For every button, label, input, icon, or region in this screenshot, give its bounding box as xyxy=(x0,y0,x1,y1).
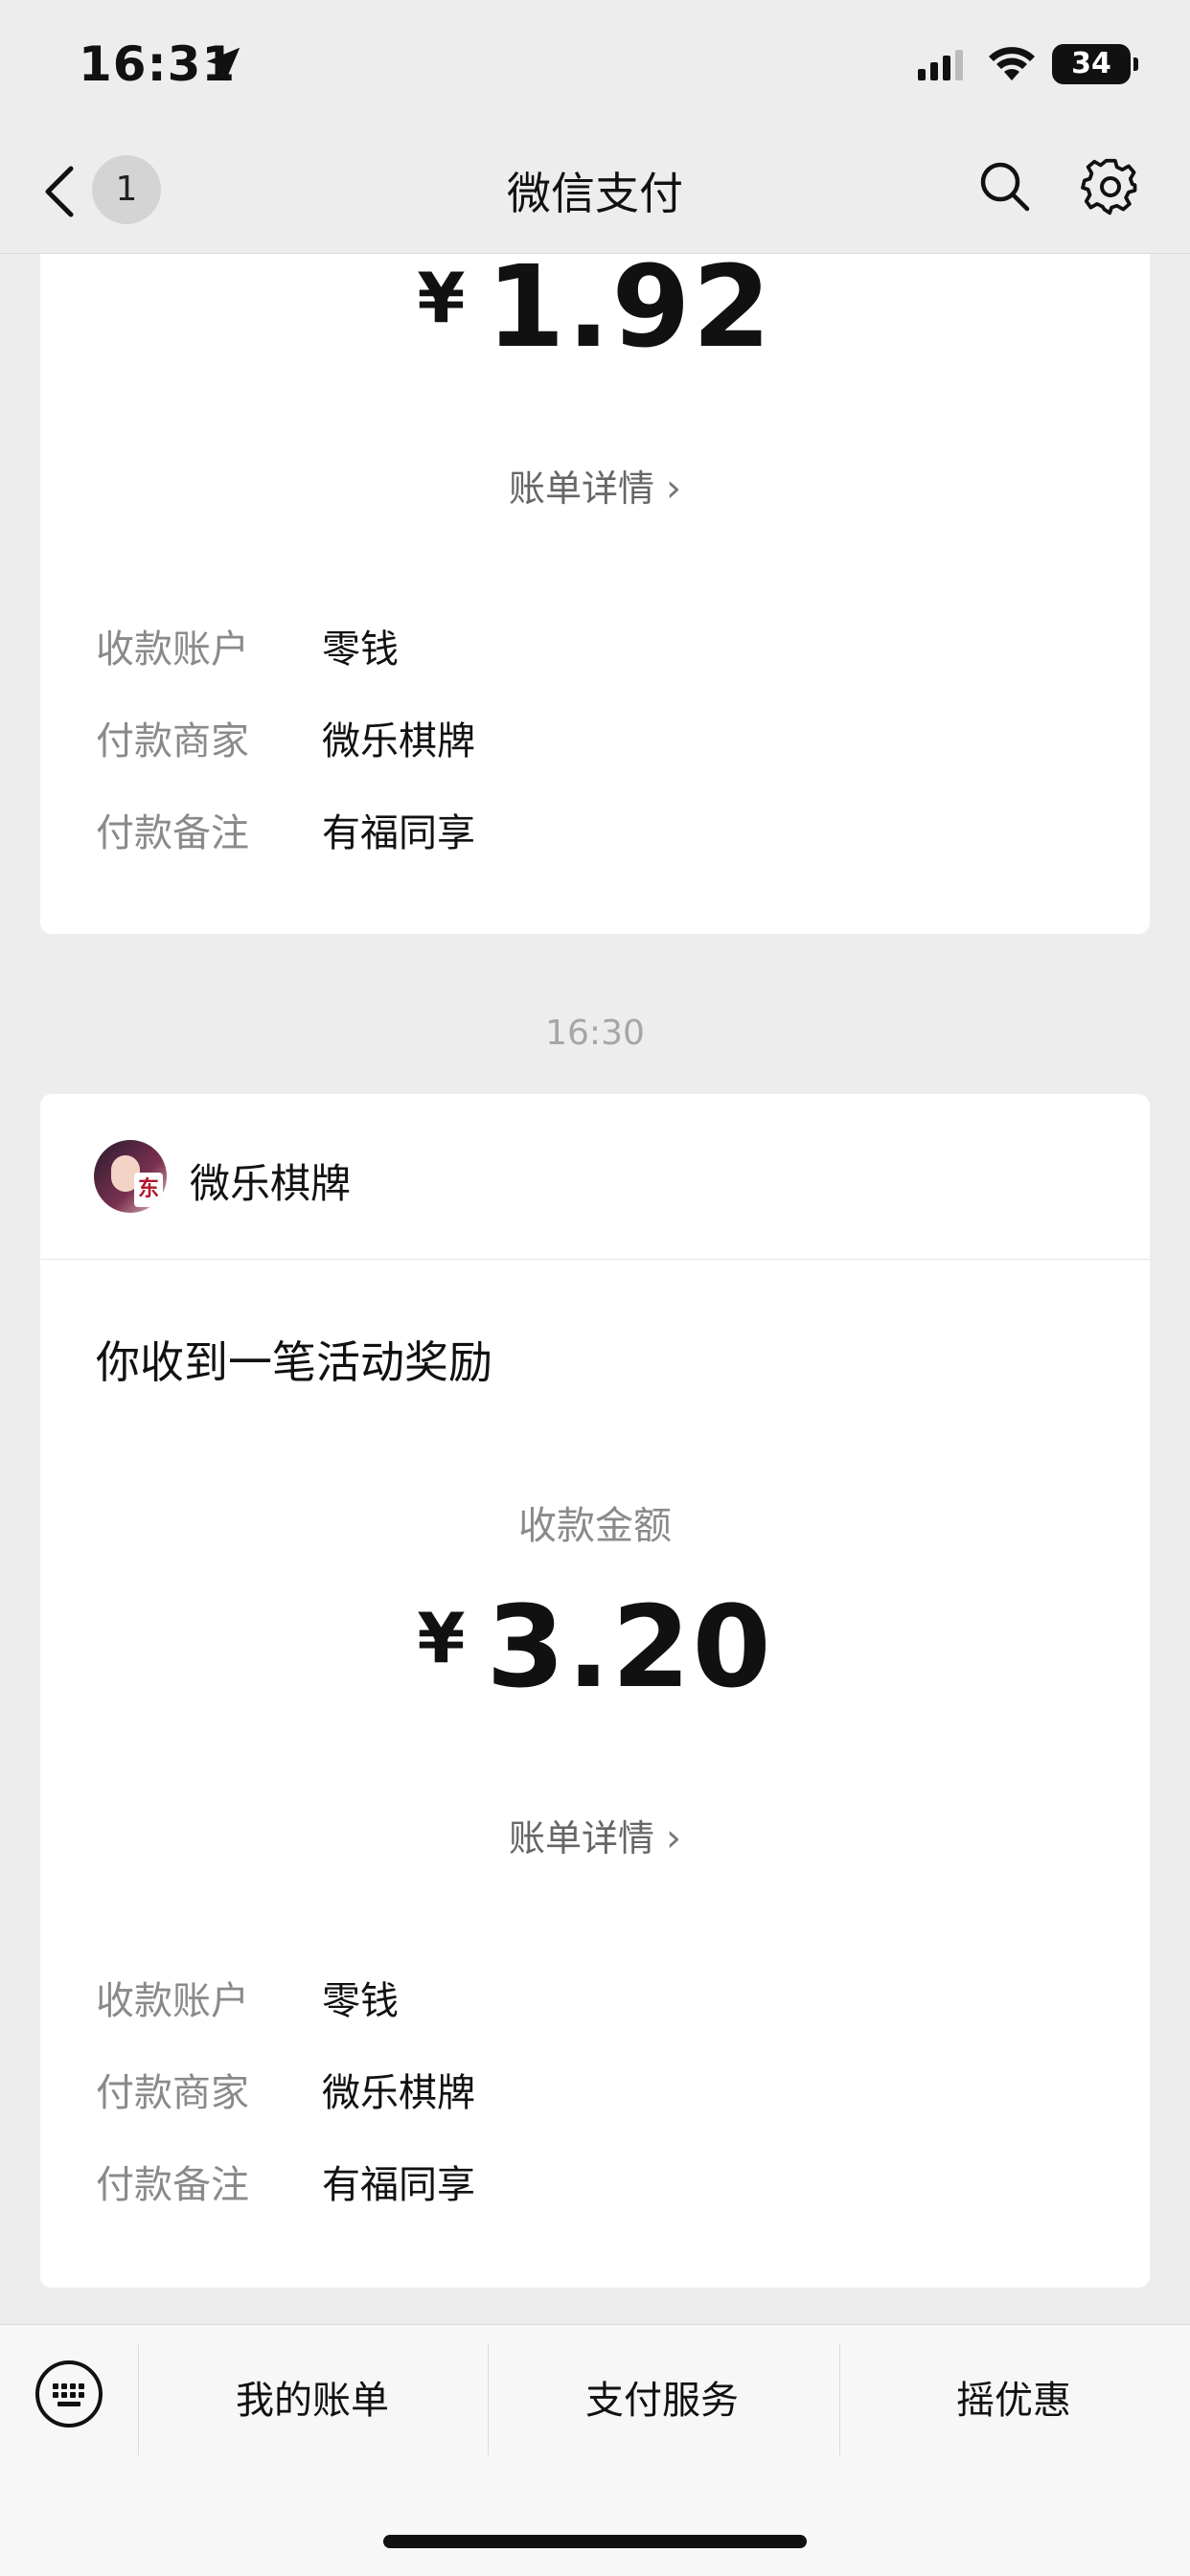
info-value: 有福同享 xyxy=(322,811,475,855)
amount-label: 收款金额 xyxy=(518,1504,672,1548)
wifi-icon xyxy=(989,47,1035,80)
merchant-avatar: 东 xyxy=(94,1140,167,1213)
chevron-right-icon: › xyxy=(666,467,681,511)
navigation-bar: 1 微信支付 xyxy=(0,125,1190,254)
info-row-account: 收款账户 零钱 xyxy=(96,618,399,673)
info-value: 零钱 xyxy=(322,627,399,672)
status-bar: 16:31 34 xyxy=(0,0,1190,125)
merchant-name: 微乐棋牌 xyxy=(190,1160,352,1207)
info-value: 微乐棋牌 xyxy=(322,719,475,764)
info-label: 付款商家 xyxy=(96,719,249,764)
cellular-signal-icon xyxy=(918,50,963,80)
keyboard-icon[interactable] xyxy=(34,2359,103,2428)
info-label: 收款账户 xyxy=(96,627,249,672)
info-value: 有福同享 xyxy=(322,2163,475,2207)
message-timestamp: 16:30 xyxy=(545,1014,645,1053)
info-label: 付款备注 xyxy=(96,811,249,855)
notice-title: 你收到一笔活动奖励 xyxy=(96,1336,492,1388)
bill-detail-link[interactable]: 账单详情 › xyxy=(40,1809,1150,1861)
info-row-remark: 付款备注 有福同享 xyxy=(96,2154,475,2209)
currency-symbol: ¥ xyxy=(417,258,466,338)
bill-detail-label: 账单详情 xyxy=(508,467,654,510)
payment-amount: ¥1.92 xyxy=(40,240,1150,373)
chevron-right-icon: › xyxy=(666,1816,681,1860)
info-row-merchant: 付款商家 微乐棋牌 xyxy=(96,710,475,765)
payment-card[interactable]: 东 微乐棋牌 你收到一笔活动奖励 收款金额 ¥3.20 账单详情 › 收款账户 零钱… xyxy=(40,1094,1150,2288)
info-label: 收款账户 xyxy=(96,1979,249,2023)
gear-icon[interactable] xyxy=(1081,157,1140,217)
battery-indicator: 34 xyxy=(1052,44,1138,84)
amount-value: 3.20 xyxy=(486,1581,773,1713)
info-row-merchant: 付款商家 微乐棋牌 xyxy=(96,2062,475,2117)
home-indicator[interactable] xyxy=(383,2535,807,2548)
info-row-account: 收款账户 零钱 xyxy=(96,1970,399,2025)
menu-shake-discounts[interactable]: 摇优惠 xyxy=(839,2369,1188,2425)
menu-my-bills[interactable]: 我的账单 xyxy=(138,2369,487,2425)
info-row-remark: 付款备注 有福同享 xyxy=(96,802,475,857)
merchant-header[interactable]: 东 微乐棋牌 xyxy=(40,1094,1150,1260)
amount-value: 1.92 xyxy=(486,240,773,373)
payment-card-previous: ¥1.92 账单详情 › 收款账户 零钱 付款商家 微乐棋牌 付款备注 有福同享 xyxy=(40,240,1150,934)
info-label: 付款商家 xyxy=(96,2071,249,2115)
currency-symbol: ¥ xyxy=(417,1598,466,1678)
info-value: 零钱 xyxy=(322,1979,399,2023)
bill-detail-label: 账单详情 xyxy=(508,1817,654,1859)
info-label: 付款备注 xyxy=(96,2163,249,2207)
mahjong-tile: 东 xyxy=(134,1173,163,1207)
payment-amount: ¥3.20 xyxy=(40,1581,1150,1713)
location-arrow-icon xyxy=(206,47,240,81)
search-icon[interactable] xyxy=(977,159,1031,213)
menu-payment-services[interactable]: 支付服务 xyxy=(488,2369,836,2425)
info-value: 微乐棋牌 xyxy=(322,2071,475,2115)
bill-detail-link[interactable]: 账单详情 › xyxy=(40,459,1150,512)
